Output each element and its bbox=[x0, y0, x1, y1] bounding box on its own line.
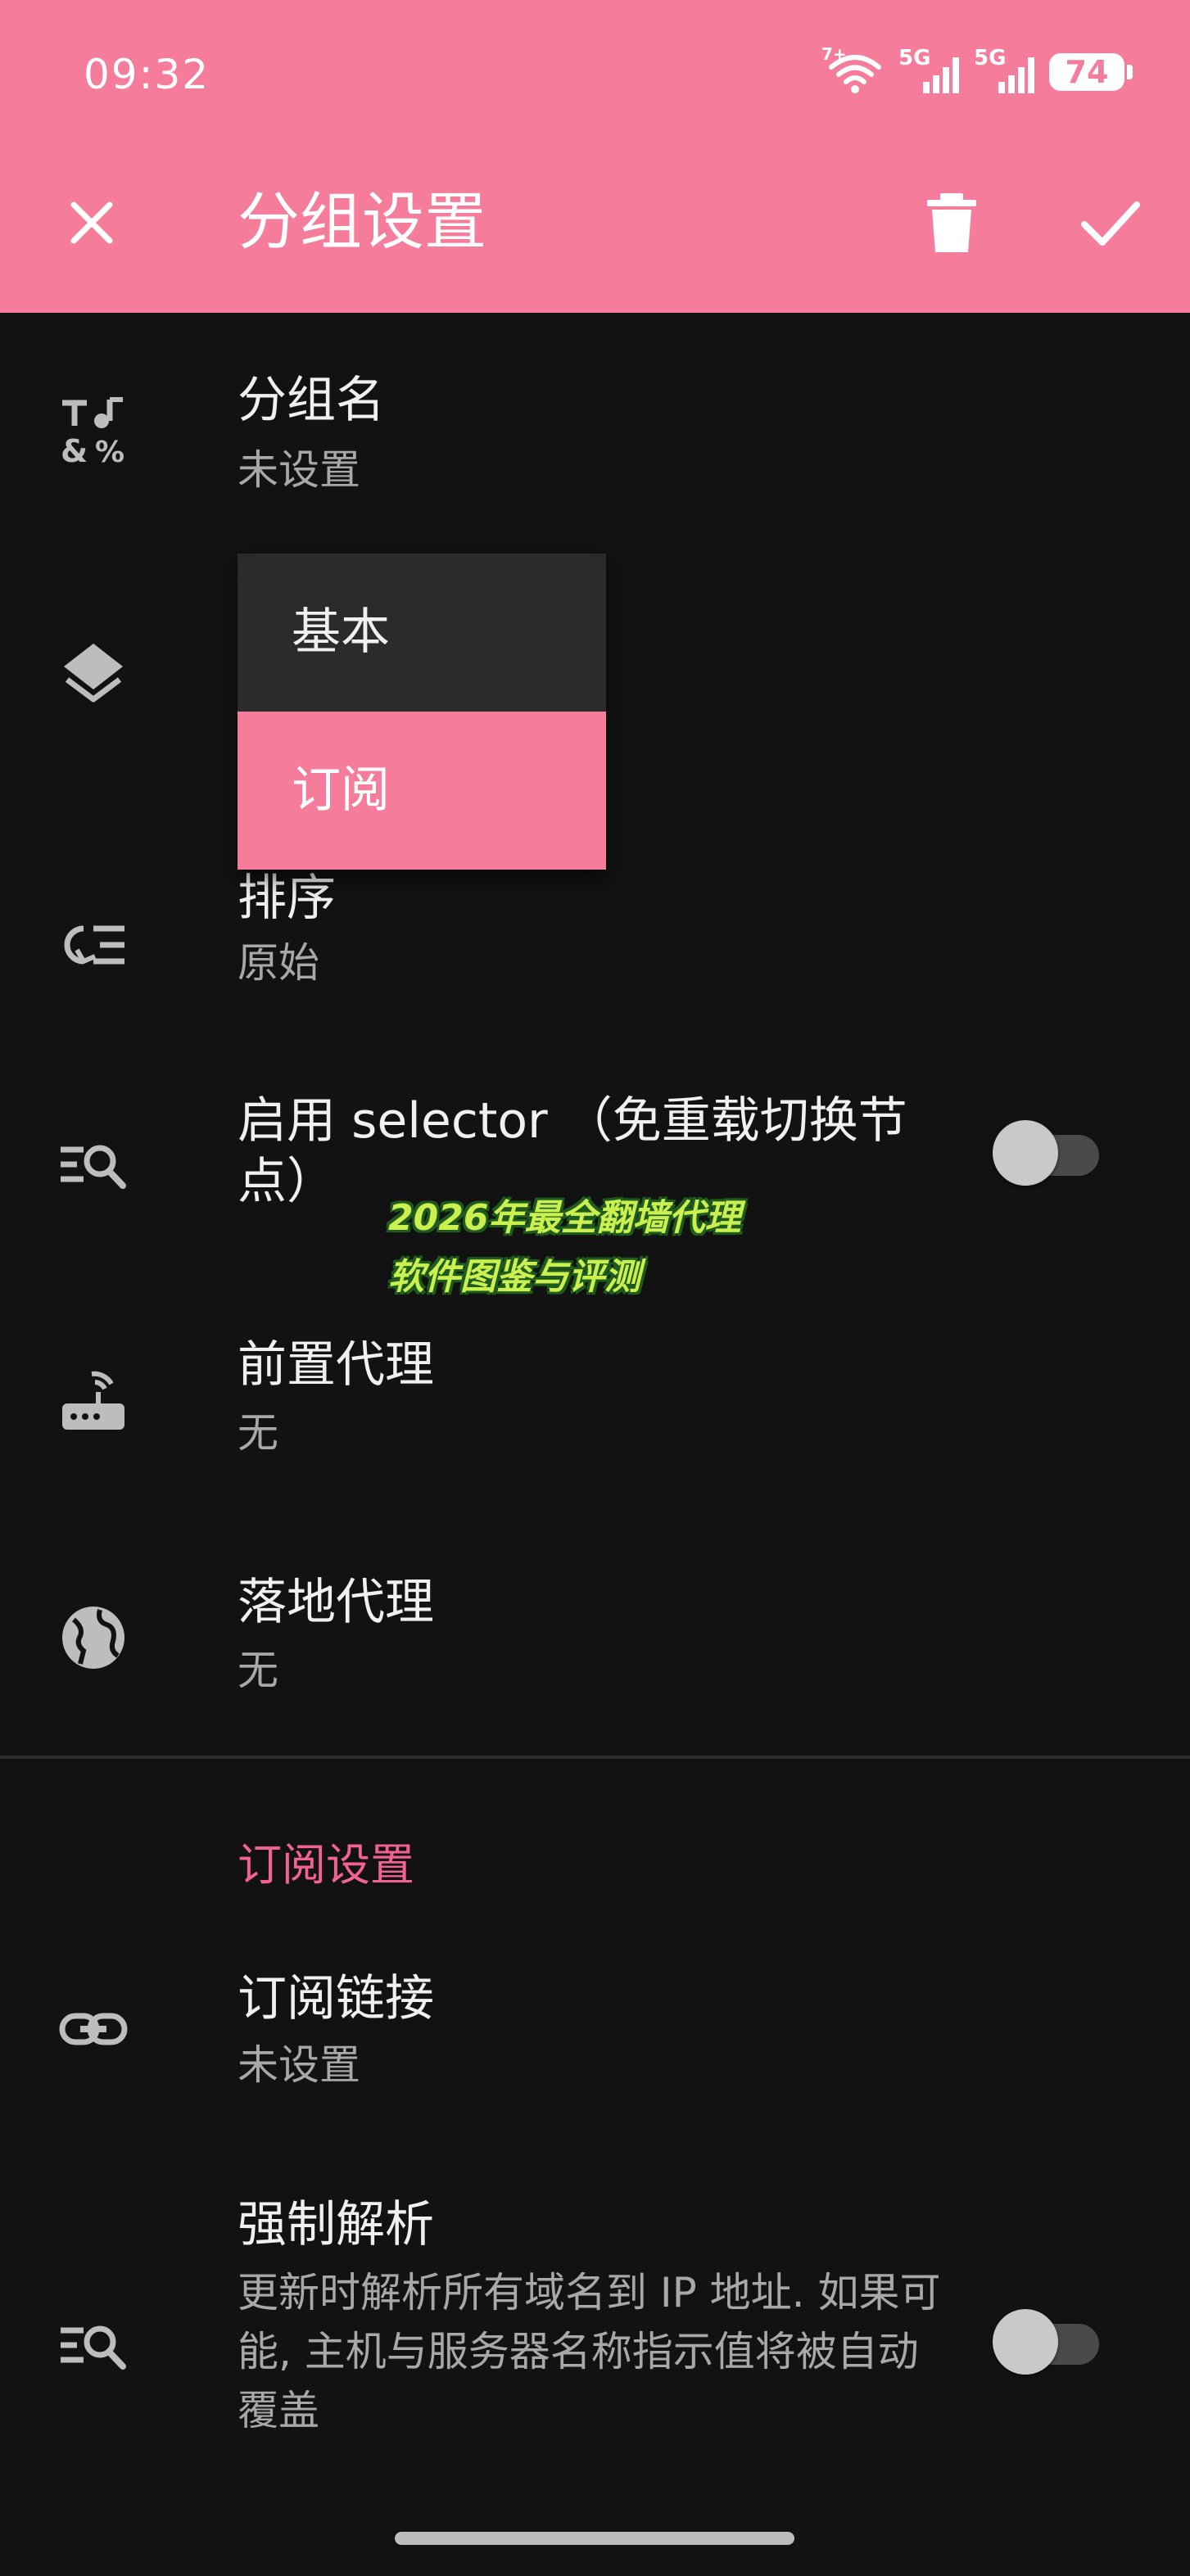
router-icon bbox=[59, 1367, 128, 1436]
screen: 09:32 7+ 5G 5G 74 分组设置 & % 分组名 未设置 排序 原始… bbox=[0, 0, 1190, 2576]
globe-icon bbox=[59, 1603, 128, 1672]
trash-icon bbox=[927, 193, 976, 252]
landing-proxy-row[interactable]: 落地代理 无 bbox=[0, 1548, 1190, 1736]
close-icon bbox=[70, 201, 113, 244]
subscription-link-title: 订阅链接 bbox=[238, 1970, 434, 2027]
watermark-line-1: 2026年最全翻墙代理 bbox=[388, 1197, 741, 1239]
subscription-section-header: 订阅设置 bbox=[238, 1839, 414, 1891]
battery-indicator: 74 bbox=[1049, 53, 1133, 91]
search-list-icon bbox=[59, 1128, 128, 1197]
wifi-badge: 7+ bbox=[821, 44, 847, 64]
search-list-icon bbox=[59, 2309, 128, 2378]
text-format-icon: & % bbox=[59, 396, 128, 465]
top-app-bar: 09:32 7+ 5G 5G 74 分组设置 bbox=[0, 0, 1190, 313]
menu-item-subscription[interactable]: 订阅 bbox=[238, 712, 606, 870]
force-resolve-row[interactable]: 强制解析 更新时解析所有域名到 IP 地址. 如果可能, 主机与服务器名称指示值… bbox=[0, 2185, 1190, 2488]
home-indicator[interactable] bbox=[395, 2532, 794, 2545]
force-resolve-title: 强制解析 bbox=[238, 2196, 434, 2253]
link-icon bbox=[59, 1995, 128, 2063]
force-resolve-switch[interactable] bbox=[993, 2307, 1101, 2375]
status-time: 09:32 bbox=[84, 51, 210, 98]
front-proxy-value: 无 bbox=[238, 1409, 278, 1457]
selector-switch[interactable] bbox=[993, 1119, 1101, 1186]
front-proxy-title: 前置代理 bbox=[238, 1336, 434, 1394]
landing-proxy-value: 无 bbox=[238, 1647, 278, 1694]
close-button[interactable] bbox=[51, 182, 133, 264]
sort-list-icon bbox=[59, 911, 128, 979]
signal-icon-1: 5G bbox=[898, 46, 959, 95]
wifi-icon: 7+ bbox=[821, 44, 884, 95]
status-icons: 7+ 5G 5G 74 bbox=[821, 44, 1133, 97]
force-resolve-description: 更新时解析所有域名到 IP 地址. 如果可能, 主机与服务器名称指示值将被自动覆… bbox=[238, 2269, 941, 2434]
subscription-link-value: 未设置 bbox=[238, 2041, 360, 2089]
switch-thumb bbox=[993, 2309, 1058, 2375]
page-title: 分组设置 bbox=[238, 185, 486, 258]
layers-icon bbox=[59, 639, 128, 707]
svg-text:%: % bbox=[95, 436, 124, 465]
group-name-title: 分组名 bbox=[238, 372, 385, 429]
switch-thumb bbox=[993, 1120, 1058, 1186]
front-proxy-row[interactable]: 前置代理 无 bbox=[0, 1310, 1190, 1498]
sort-title: 排序 bbox=[238, 870, 336, 927]
confirm-button[interactable] bbox=[1070, 182, 1152, 264]
watermark-line-2: 软件图鉴与评测 bbox=[388, 1256, 640, 1298]
sort-value: 原始 bbox=[238, 939, 319, 987]
menu-item-basic[interactable]: 基本 bbox=[238, 554, 606, 712]
delete-button[interactable] bbox=[911, 182, 993, 264]
svg-text:&: & bbox=[61, 433, 88, 465]
section-divider bbox=[0, 1756, 1190, 1759]
group-name-row[interactable]: & % 分组名 未设置 bbox=[0, 344, 1190, 508]
group-name-value: 未设置 bbox=[238, 446, 360, 494]
check-icon bbox=[1081, 201, 1140, 246]
watermark-text: 2026年最全翻墙代理 软件图鉴与评测 bbox=[388, 1189, 847, 1307]
group-type-dropdown: 基本 订阅 bbox=[238, 554, 606, 870]
landing-proxy-title: 落地代理 bbox=[238, 1574, 434, 1631]
subscription-link-row[interactable]: 订阅链接 未设置 bbox=[0, 1949, 1190, 2137]
signal-icon-2: 5G bbox=[974, 46, 1034, 95]
